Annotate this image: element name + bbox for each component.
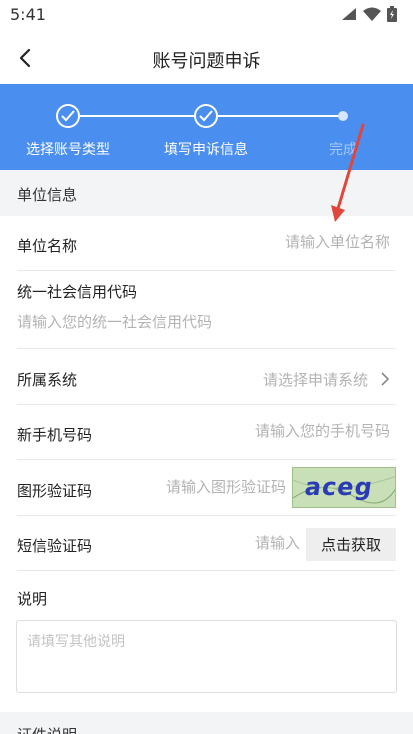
sms-code-input[interactable]	[220, 534, 300, 552]
system-label: 所属系统	[17, 371, 78, 389]
captcha-image[interactable]: aceg	[292, 467, 396, 508]
status-icons	[341, 6, 397, 22]
document-section-title: 证件说明	[17, 724, 77, 734]
credit-code-row: 统一社会信用代码	[17, 271, 396, 349]
step-3-dot	[338, 111, 348, 121]
chevron-right-icon	[381, 372, 390, 386]
phone-row: 新手机号码	[17, 405, 396, 460]
page-title: 账号问题申诉	[152, 51, 261, 72]
section-title: 单位信息	[17, 186, 78, 204]
credit-code-input[interactable]	[17, 313, 387, 331]
status-bar: 5:41	[0, 0, 413, 30]
get-sms-code-button[interactable]: 点击获取	[306, 528, 396, 561]
captcha-label: 图形验证码	[17, 482, 93, 500]
unit-name-row: 单位名称	[17, 216, 396, 271]
status-time: 5:41	[10, 5, 46, 24]
step-2-check	[194, 104, 218, 128]
wifi-icon	[363, 7, 381, 21]
description-textarea[interactable]	[16, 620, 397, 693]
step-1-check	[56, 104, 80, 128]
unit-name-input[interactable]	[170, 233, 390, 251]
step-connector-1	[80, 115, 194, 117]
check-icon	[199, 110, 213, 122]
check-icon	[61, 110, 75, 122]
step-1-label: 选择账号类型	[26, 142, 110, 158]
document-section-header: 证件说明	[0, 712, 413, 734]
phone-label: 新手机号码	[17, 426, 93, 444]
captcha-input[interactable]	[136, 478, 286, 496]
description-label: 说明	[17, 590, 48, 608]
step-connector-2	[218, 115, 338, 117]
section-header: 单位信息	[0, 170, 413, 216]
captcha-text: aceg	[303, 473, 375, 501]
battery-icon	[387, 6, 397, 22]
phone-input[interactable]	[170, 422, 390, 440]
step-3-label: 完成	[329, 142, 357, 158]
captcha-row: 图形验证码 aceg	[17, 460, 396, 516]
system-row[interactable]: 所属系统 请选择申请系统	[17, 349, 396, 405]
signal-icon	[342, 8, 356, 20]
step-2-label: 填写申诉信息	[164, 142, 248, 158]
top-app-bar: 账号问题申诉	[0, 30, 413, 84]
unit-name-label: 单位名称	[17, 237, 78, 255]
sms-row: 短信验证码 点击获取	[17, 516, 396, 571]
credit-code-label: 统一社会信用代码	[17, 283, 138, 301]
sms-label: 短信验证码	[17, 537, 93, 555]
progress-stepper: 选择账号类型 填写申诉信息 完成	[0, 84, 413, 170]
system-select[interactable]: 请选择申请系统	[263, 369, 368, 390]
